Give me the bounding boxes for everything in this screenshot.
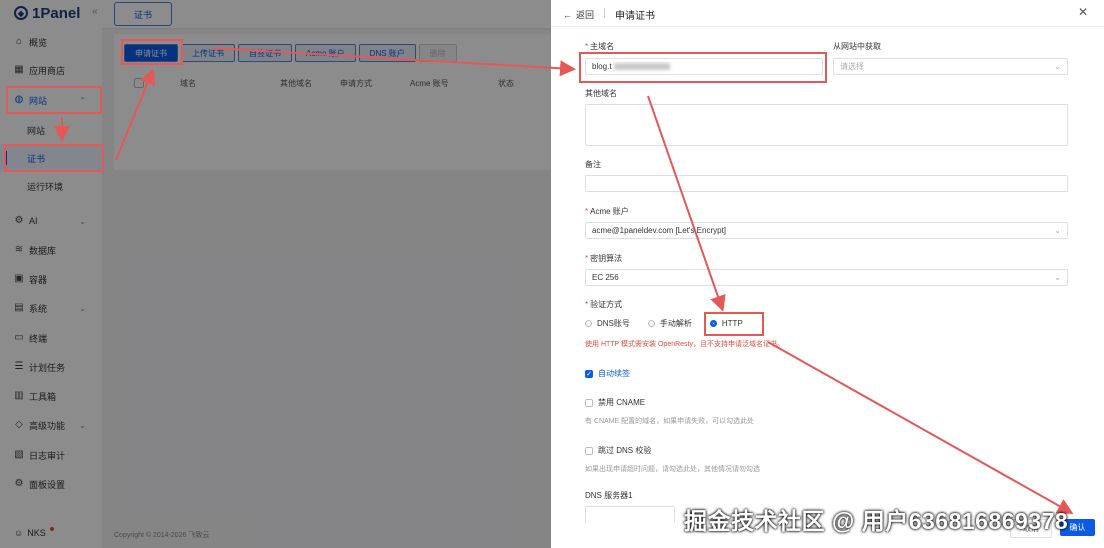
skip-dns-checkbox[interactable]: 跳过 DNS 校验 [585,445,651,456]
remark-label: 备注 [585,160,601,169]
close-icon[interactable]: ✕ [1078,5,1088,19]
key-algorithm-value: EC 256 [592,273,619,282]
radio-circle-icon [647,320,655,327]
chevron-down-icon: ⌄ [1054,226,1061,235]
key-algorithm-select[interactable]: EC 256 ⌄ [585,269,1068,286]
radio-dns-account[interactable]: DNS账号 [585,318,630,329]
key-algorithm-label: * 密钥算法 [585,254,623,263]
highlight-certificates [4,144,104,172]
divider [604,8,605,18]
radio-circle-icon [585,320,592,327]
remark-input[interactable] [585,175,1068,192]
select-placeholder: 请选择 [840,62,864,71]
dns-server-label: DNS 服务器1 [585,491,633,500]
acme-account-label: * Acme 账户 [585,207,629,216]
skip-dns-hint: 如果出现申请超时问题，请勾选此处，其他情况请勿勾选 [585,466,760,473]
acme-account-value: acme@1paneldev.com [Let's Encrypt] [592,226,727,235]
verify-warning: 使用 HTTP 模式需安装 OpenResty，且不支持申请泛域名证书。 [585,341,785,348]
checkbox-icon [585,398,593,407]
checkbox-label: 自动续签 [598,369,630,378]
primary-domain-label: * 主域名 [585,42,615,51]
radio-manual-resolve[interactable]: 手动解析 [647,318,692,329]
checkbox-label: 跳过 DNS 校验 [598,446,652,455]
disable-cname-checkbox[interactable]: 禁用 CNAME [585,397,645,408]
checkbox-icon [585,446,593,455]
acme-account-select[interactable]: acme@1paneldev.com [Let's Encrypt] ⌄ [585,222,1068,239]
highlight-website [6,86,102,114]
checkbox-label: 禁用 CNAME [598,398,646,407]
verify-method-label: * 验证方式 [585,300,623,309]
modal-overlay[interactable] [0,0,551,548]
arrow-left-icon: ← [563,9,572,20]
from-site-select[interactable]: 请选择 ⌄ [833,58,1068,75]
watermark: 掘金技术社区 @ 用户636816869378 [684,508,1069,534]
radio-label: 手动解析 [659,319,692,328]
auto-renew-checkbox[interactable]: ✓ 自动续签 [585,368,630,379]
dns-server-input[interactable] [585,506,675,523]
from-site-label: 从网站中获取 [833,42,881,51]
highlight-http [704,312,764,336]
highlight-apply-button [121,39,183,65]
checkbox-checked-icon: ✓ [585,369,593,378]
highlight-primary-domain [579,52,827,83]
drawer-title: 申请证书 [615,11,655,22]
drawer-header: ← 返回 申请证书 ✕ [551,0,1104,27]
radio-label: DNS账号 [597,319,630,328]
chevron-down-icon: ⌄ [1054,273,1061,282]
back-label: 返回 [576,10,595,20]
other-domains-textarea[interactable] [585,104,1068,146]
back-button[interactable]: ← 返回 [563,8,594,21]
disable-cname-hint: 有 CNAME 配置的域名，如果申请失败，可以勾选此处 [585,418,755,425]
other-domains-label: 其他域名 [585,89,617,98]
chevron-down-icon: ⌄ [1054,62,1061,71]
